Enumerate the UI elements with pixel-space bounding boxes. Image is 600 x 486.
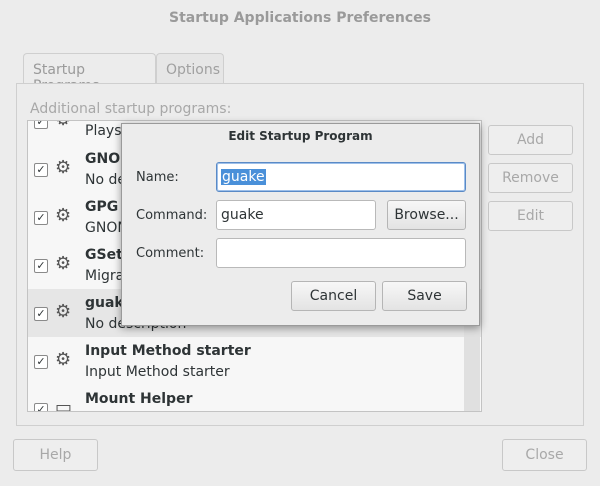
- gear-icon: ⚙: [55, 253, 72, 274]
- checkbox[interactable]: ✓: [34, 211, 48, 225]
- program-name: GNOI: [85, 151, 126, 167]
- cancel-button[interactable]: Cancel: [291, 281, 376, 311]
- close-button[interactable]: Close: [502, 439, 587, 471]
- name-label: Name:: [136, 170, 179, 185]
- window-title: Startup Applications Preferences: [169, 10, 431, 26]
- program-name: Mount Helper: [85, 391, 193, 407]
- comment-input[interactable]: [216, 238, 466, 268]
- command-label: Command:: [136, 208, 208, 223]
- gear-icon: ⚙: [55, 349, 72, 370]
- browse-button[interactable]: Browse...: [387, 200, 466, 230]
- checkbox[interactable]: ✓: [34, 403, 48, 411]
- tab-startup-programs[interactable]: Startup Programs: [23, 53, 156, 94]
- save-button[interactable]: Save: [382, 281, 467, 311]
- name-value: guake: [221, 169, 266, 185]
- gear-icon: ⚙: [55, 301, 72, 322]
- gear-icon: ⚙: [55, 121, 77, 131]
- command-value: guake: [221, 207, 264, 223]
- program-description: Plays: [85, 123, 122, 139]
- help-button[interactable]: Help: [13, 439, 98, 471]
- program-description: Migra: [85, 268, 125, 284]
- tab-options[interactable]: Options: [156, 53, 224, 83]
- checkbox[interactable]: ✓: [34, 307, 48, 321]
- edit-startup-program-dialog: Edit Startup Program Name: guake Command…: [121, 123, 480, 326]
- edit-button[interactable]: Edit: [488, 201, 573, 231]
- remove-button[interactable]: Remove: [488, 163, 573, 193]
- program-description: No de: [85, 172, 126, 188]
- dialog-title: Edit Startup Program: [228, 129, 373, 143]
- checkbox[interactable]: ✓: [34, 259, 48, 273]
- checkbox[interactable]: ✓: [34, 121, 48, 129]
- section-label: Additional startup programs:: [30, 101, 232, 117]
- list-item[interactable]: ✓ ▭ Mount Helper: [28, 385, 481, 412]
- checkbox[interactable]: ✓: [34, 355, 48, 369]
- list-item[interactable]: ✓ ⚙ Input Method starter Input Method st…: [28, 337, 481, 385]
- name-input[interactable]: guake: [216, 162, 466, 192]
- checkbox[interactable]: ✓: [34, 163, 48, 177]
- command-input[interactable]: guake: [216, 200, 376, 230]
- drive-icon: ▭: [55, 397, 73, 412]
- program-name: Input Method starter: [85, 343, 251, 359]
- gear-icon: ⚙: [55, 157, 72, 178]
- gear-icon: ⚙: [55, 205, 72, 226]
- add-button[interactable]: Add: [488, 125, 573, 155]
- comment-label: Comment:: [136, 246, 205, 261]
- program-description: Input Method starter: [85, 364, 230, 380]
